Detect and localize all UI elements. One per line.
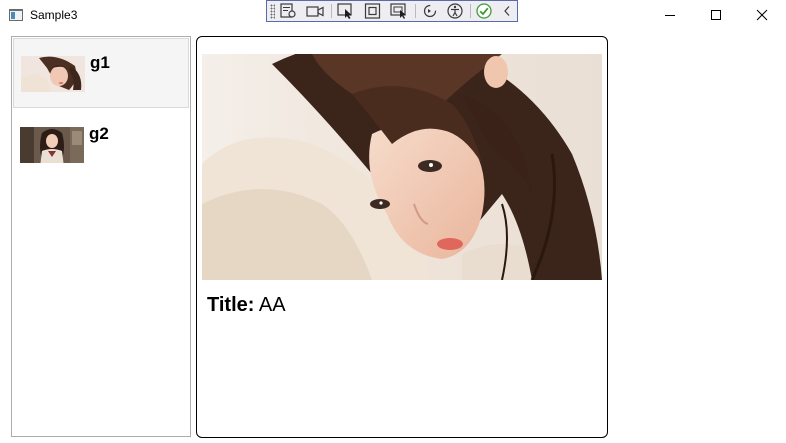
track-focus-icon[interactable] — [390, 3, 408, 19]
check-icon[interactable] — [475, 3, 493, 19]
app-window: Sample3 g1 g2 Title: AA — [0, 0, 786, 443]
list-item[interactable]: g1 — [13, 38, 189, 108]
collapse-chevron-icon[interactable] — [501, 3, 513, 19]
title-label: Title: — [207, 294, 255, 316]
item-title: g1 — [90, 53, 110, 72]
accessibility-icon[interactable] — [446, 3, 464, 19]
list-item[interactable]: g2 — [13, 110, 189, 180]
live-visual-tree-icon[interactable] — [279, 3, 297, 19]
close-icon — [756, 9, 768, 21]
title-value: AA — [258, 294, 286, 316]
toolbar-separator — [331, 4, 332, 18]
detail-image — [202, 54, 602, 280]
display-layout-adorners-icon[interactable] — [364, 3, 382, 19]
app-window-icon — [9, 9, 23, 21]
toolbar-separator — [415, 4, 416, 18]
toolbar-grip-icon[interactable] — [270, 4, 275, 19]
toolbar-separator — [470, 4, 471, 18]
thumbnail-image — [20, 127, 84, 163]
select-element-icon[interactable] — [337, 3, 355, 19]
item-title: g2 — [89, 124, 109, 143]
debug-toolbar — [266, 0, 518, 22]
photo-list[interactable]: g1 g2 — [11, 36, 191, 437]
minimize-button[interactable] — [647, 0, 693, 30]
minimize-icon — [665, 15, 675, 16]
window-title: Sample3 — [30, 8, 78, 22]
maximize-button[interactable] — [693, 0, 739, 30]
thumbnail-image — [21, 56, 85, 92]
detail-title: Title: AA — [207, 293, 286, 317]
close-button[interactable] — [739, 0, 785, 30]
detail-panel: Title: AA — [196, 36, 608, 438]
hot-reload-icon[interactable] — [421, 3, 439, 19]
video-camera-icon[interactable] — [306, 3, 324, 19]
maximize-icon — [711, 10, 721, 20]
